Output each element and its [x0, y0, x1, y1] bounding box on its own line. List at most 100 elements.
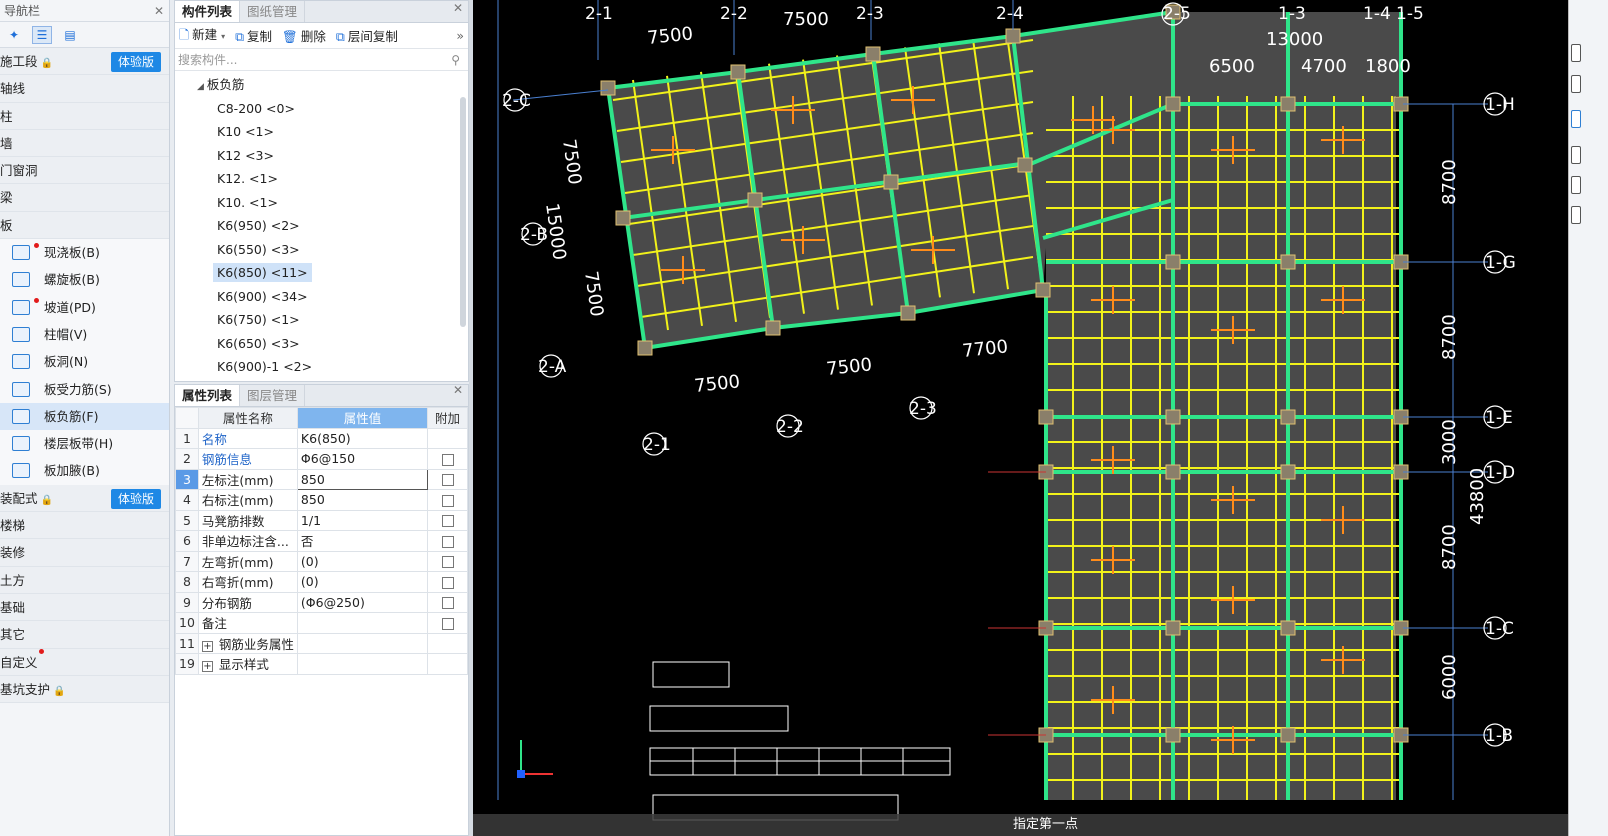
property-row[interactable]: 19 + 显示样式 — [175, 653, 468, 675]
nav-category[interactable]: 装配式 🔒 体验版 — [0, 484, 169, 513]
property-row[interactable]: 1 名称 K6(850) — [175, 427, 468, 449]
nav-slab-item[interactable]: 螺旋板(B) — [0, 266, 169, 294]
delete-button[interactable]: 🗑 删除 — [282, 26, 326, 45]
property-row[interactable]: 9 分布钢筋 (Φ6@250) — [175, 591, 468, 613]
property-value-cell[interactable]: 1/1 — [296, 509, 429, 531]
component-item[interactable]: K6(650) <3> — [175, 332, 468, 356]
nav-slab-item[interactable]: 坡道(PD) — [0, 293, 169, 321]
property-row[interactable]: 7 左弯折(mm) (0) — [175, 550, 468, 572]
component-item[interactable]: K6(550) <3> — [175, 238, 468, 262]
toolbar-toggle[interactable] — [1571, 176, 1581, 194]
nav-category[interactable]: 门窗洞 — [0, 157, 169, 185]
property-value-cell[interactable] — [296, 653, 429, 675]
component-item[interactable]: K12 <3> — [175, 144, 468, 168]
nav-slab-item[interactable]: 楼层板带(H) — [0, 430, 169, 458]
nav-category[interactable]: 轴线 — [0, 75, 169, 103]
expand-plus-icon[interactable]: + — [201, 640, 213, 652]
component-item[interactable]: C8-200 <0> — [175, 97, 468, 121]
tab-layer-management[interactable]: 图层管理 — [240, 385, 306, 406]
property-row[interactable]: 5 马凳筋排数 1/1 — [175, 509, 468, 531]
property-value-cell[interactable]: 850 — [296, 489, 429, 511]
component-item[interactable]: K10 <1> — [175, 120, 468, 144]
trial-badge-button[interactable]: 体验版 — [111, 488, 161, 509]
component-item[interactable]: K6(850) <11> — [175, 261, 468, 285]
more-icon[interactable]: » — [456, 28, 464, 43]
toolbar-toggle[interactable] — [1571, 146, 1581, 164]
toolbar-toggle[interactable] — [1571, 44, 1581, 62]
component-search[interactable]: 搜索构件... ⚲ — [175, 49, 468, 71]
property-row[interactable]: 2 钢筋信息 Φ6@150 — [175, 448, 468, 470]
property-value-cell[interactable]: (0) — [296, 550, 429, 572]
nav-slab-item[interactable]: 现浇板(B) — [0, 239, 169, 267]
nav-category[interactable]: 施工段 🔒 体验版 — [0, 48, 169, 76]
property-row[interactable]: 6 非单边标注含... 否 — [175, 530, 468, 552]
property-value-cell[interactable]: (Φ6@250) — [296, 591, 429, 613]
component-item[interactable]: K6(750) <1> — [175, 308, 468, 332]
attach-checkbox[interactable] — [441, 515, 454, 528]
pin-icon[interactable]: ✦ — [4, 26, 24, 44]
component-item[interactable]: K6(900) <34> — [175, 285, 468, 309]
chevron-down-icon[interactable]: ▾ — [221, 32, 225, 41]
close-icon[interactable]: ✕ — [453, 383, 463, 397]
attach-checkbox[interactable] — [441, 474, 454, 487]
tree-scrollbar[interactable] — [460, 97, 466, 327]
nav-slab-item[interactable]: 板洞(N) — [0, 348, 169, 376]
nav-category[interactable]: 其它 — [0, 621, 169, 649]
property-row[interactable]: 10 备注 — [175, 612, 468, 634]
property-row[interactable]: 11 + 钢筋业务属性 — [175, 632, 468, 654]
nav-slab-item[interactable]: 柱帽(V) — [0, 320, 169, 349]
attach-checkbox[interactable] — [441, 576, 454, 589]
attach-checkbox[interactable] — [441, 617, 454, 630]
detail-view-icon[interactable]: ▤ — [60, 26, 80, 44]
component-item[interactable]: K10. <1> — [175, 191, 468, 215]
nav-category[interactable]: 基坑支护 🔒 — [0, 675, 169, 704]
property-value-cell[interactable]: (0) — [296, 571, 429, 593]
component-item[interactable]: K6(900)-1 <2> — [175, 355, 468, 379]
attach-checkbox[interactable] — [441, 556, 454, 569]
attach-checkbox[interactable] — [441, 535, 454, 548]
trial-badge-button[interactable]: 体验版 — [111, 52, 161, 72]
component-item[interactable]: K12. <1> — [175, 167, 468, 191]
nav-category[interactable]: 自定义 — [0, 648, 169, 676]
toolbar-toggle[interactable] — [1571, 75, 1581, 93]
nav-category[interactable]: 基础 — [0, 593, 169, 622]
floor-copy-button[interactable]: ⧉ 层间复制 — [336, 26, 398, 45]
property-value-cell[interactable]: 否 — [296, 530, 429, 552]
property-value-cell[interactable] — [296, 612, 429, 634]
nav-slab-item[interactable]: 板负筋(F) — [0, 402, 169, 431]
toolbar-toggle[interactable] — [1571, 110, 1581, 128]
nav-category[interactable]: 墙 — [0, 129, 169, 158]
nav-category[interactable]: 板 — [0, 211, 169, 240]
property-value-cell[interactable]: K6(850) — [296, 427, 429, 449]
close-icon[interactable]: ✕ — [154, 0, 164, 22]
cad-drawing-canvas[interactable]: 2-1 2-2 7500 2-3 2-4 2-5 1-3 1-4 1-5 2-C… — [473, 0, 1568, 836]
expand-plus-icon[interactable]: + — [201, 661, 213, 673]
property-row[interactable]: 4 右标注(mm) 850 — [175, 489, 468, 511]
search-icon[interactable]: ⚲ — [451, 53, 460, 67]
property-value-cell[interactable] — [296, 632, 429, 654]
property-value-cell[interactable]: 850 — [296, 468, 429, 490]
tab-component-list[interactable]: 构件列表 — [175, 1, 241, 22]
nav-category[interactable]: 楼梯 — [0, 512, 169, 540]
attach-checkbox[interactable] — [441, 494, 454, 507]
toolbar-toggle[interactable] — [1571, 206, 1581, 224]
attach-checkbox[interactable] — [441, 453, 454, 466]
nav-category[interactable]: 梁 — [0, 184, 169, 212]
property-row[interactable]: 3 左标注(mm) 850 — [175, 468, 468, 490]
tab-property-list[interactable]: 属性列表 — [175, 385, 241, 406]
nav-category[interactable]: 柱 — [0, 102, 169, 130]
expand-arrow-icon[interactable]: ◢ — [197, 82, 204, 92]
new-button[interactable]: 🗋 新建 ▾ — [179, 24, 225, 47]
attach-checkbox[interactable] — [441, 597, 454, 610]
tree-root-node[interactable]: ◢ 板负筋 — [175, 73, 468, 97]
close-icon[interactable]: ✕ — [453, 1, 463, 15]
nav-slab-item[interactable]: 板加腋(B) — [0, 457, 169, 485]
nav-slab-item[interactable]: 板受力筋(S) — [0, 375, 169, 403]
property-value-cell[interactable]: Φ6@150 — [296, 448, 429, 470]
nav-category[interactable]: 土方 — [0, 566, 169, 594]
nav-category[interactable]: 装修 — [0, 539, 169, 567]
property-row[interactable]: 8 右弯折(mm) (0) — [175, 571, 468, 593]
copy-button[interactable]: ⧉ 复制 — [235, 26, 272, 45]
component-item[interactable]: K6(950) <2> — [175, 214, 468, 238]
list-view-icon[interactable]: ☰ — [32, 25, 52, 44]
